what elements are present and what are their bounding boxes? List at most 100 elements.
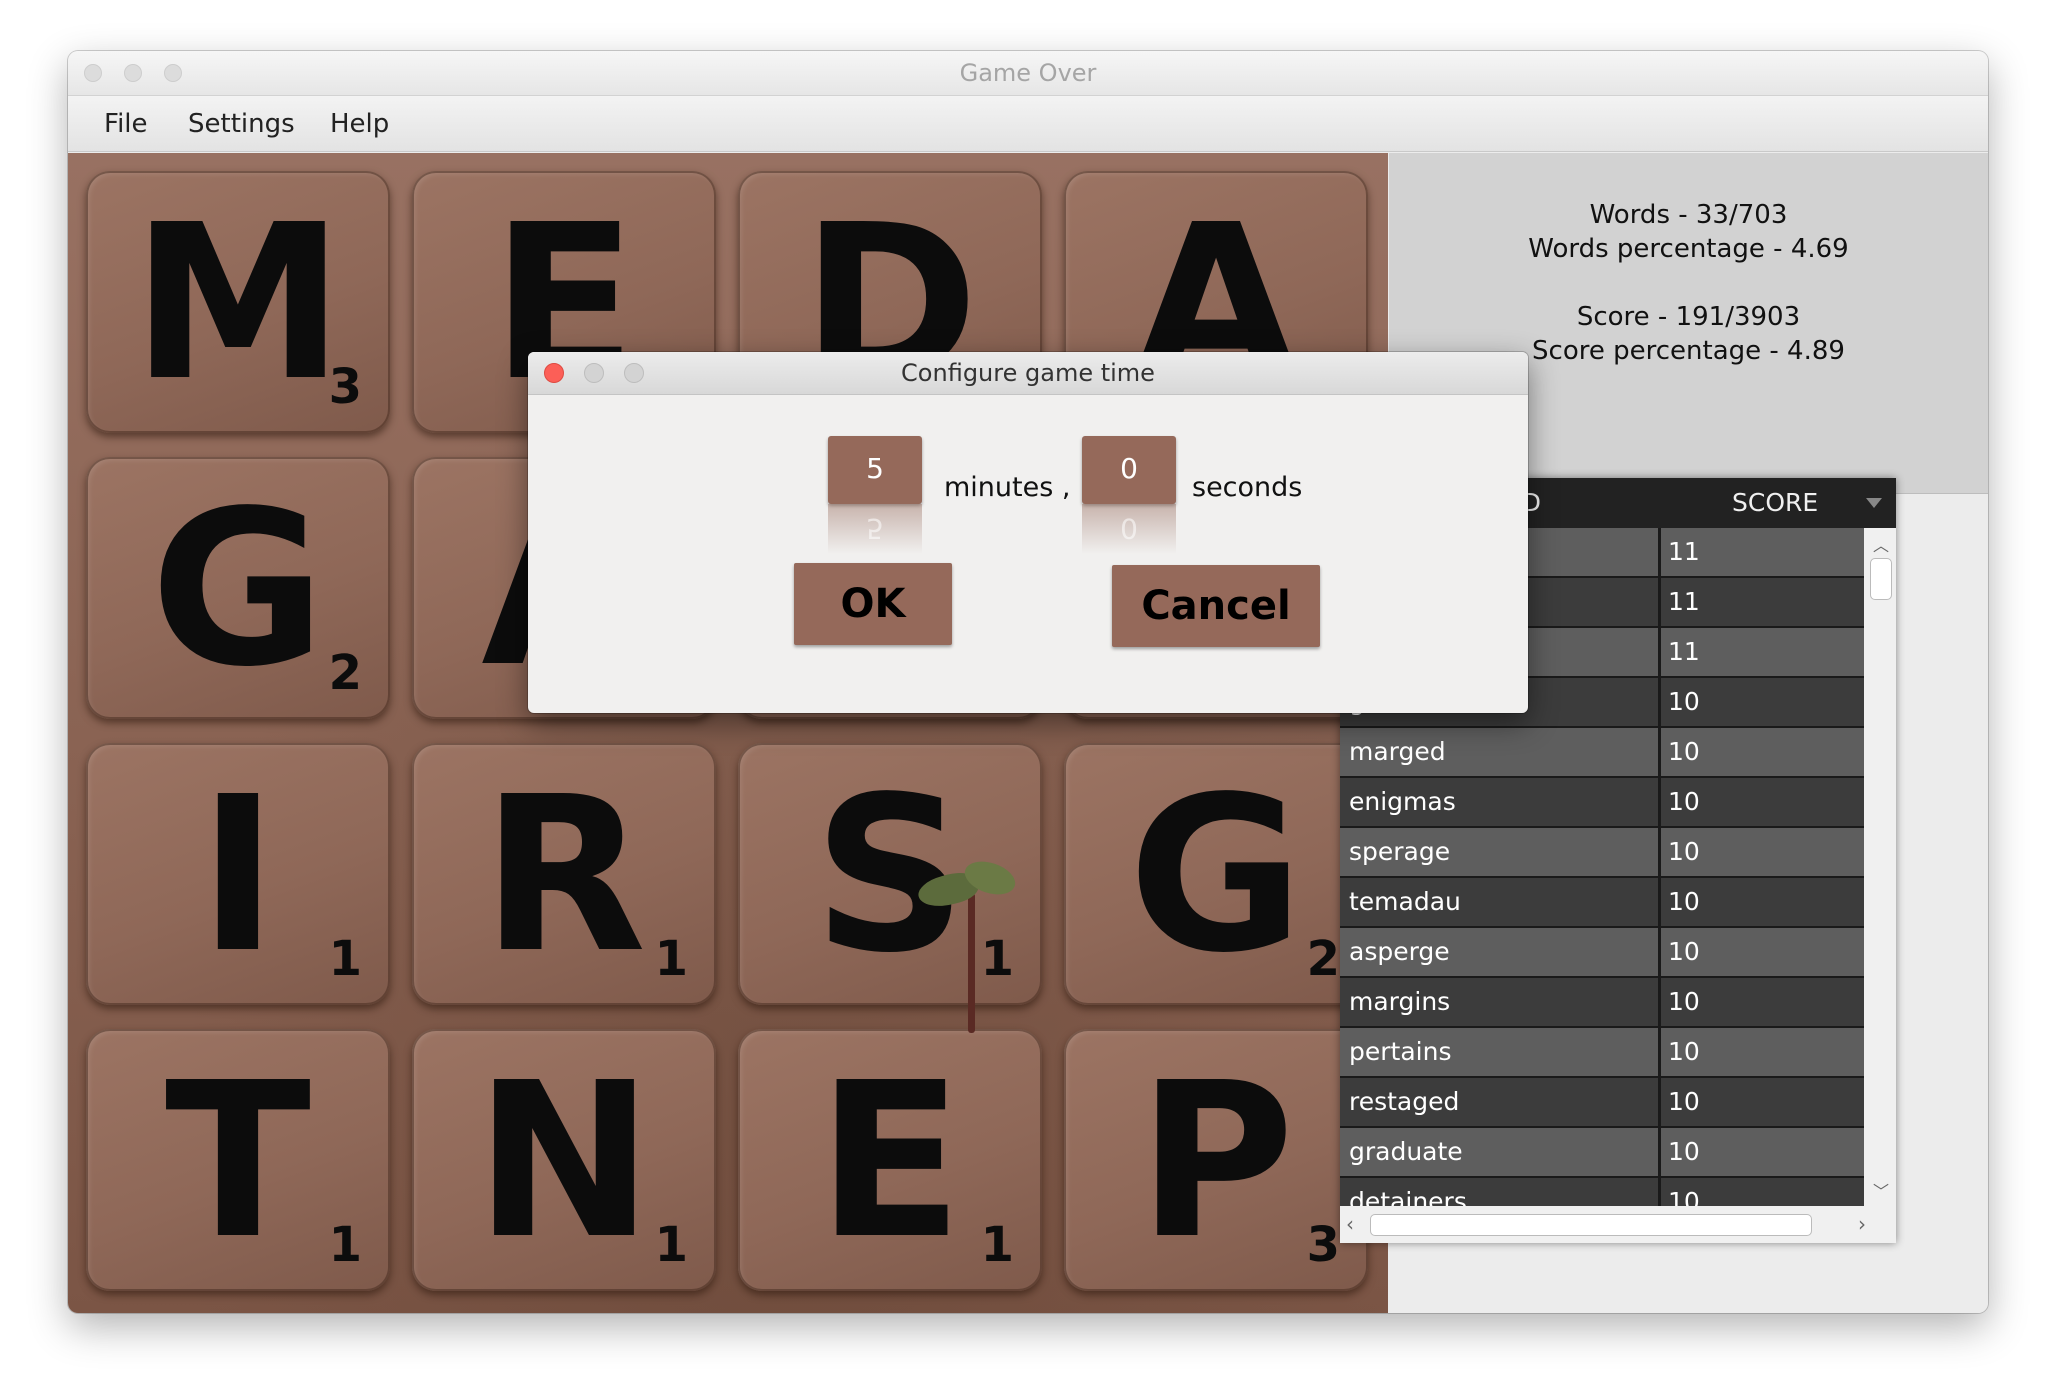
words-count: Words - 33/703	[1589, 200, 1788, 230]
vertical-scrollbar[interactable]: ︿ ﹀	[1864, 528, 1896, 1206]
minutes-value: 5	[866, 452, 884, 485]
word-cell: asperge	[1349, 937, 1450, 966]
ok-button[interactable]: OK	[794, 563, 952, 645]
tile[interactable]: M3	[86, 171, 390, 433]
tile[interactable]: R1	[412, 743, 716, 1005]
dialog-title: Configure game time	[901, 359, 1155, 387]
seconds-value: 0	[1120, 452, 1138, 485]
tile-points: 1	[328, 1217, 362, 1273]
tile-points: 2	[1306, 931, 1340, 987]
scroll-down-icon[interactable]: ﹀	[1873, 1178, 1889, 1202]
title-bar: Game Over	[68, 51, 1988, 96]
scroll-right-icon[interactable]: ›	[1858, 1212, 1866, 1236]
word-cell: detainers	[1349, 1187, 1467, 1206]
minutes-reflection-value: 5	[866, 512, 884, 545]
score-cell: 10	[1668, 687, 1700, 716]
minutes-reflection: 5	[828, 504, 922, 554]
column-separator	[1658, 828, 1661, 878]
seconds-label: seconds	[1192, 472, 1303, 503]
table-row[interactable]: pertains 10	[1340, 1028, 1864, 1078]
table-row[interactable]: detainers 10	[1340, 1178, 1864, 1206]
column-separator	[1658, 1028, 1661, 1078]
word-cell: sperage	[1349, 837, 1451, 866]
column-separator	[1658, 678, 1661, 728]
table-row[interactable]: graduate 10	[1340, 1128, 1864, 1178]
column-separator	[1658, 978, 1661, 1028]
tile-points: 1	[328, 931, 362, 987]
tile[interactable]: T1	[86, 1029, 390, 1291]
score-cell: 10	[1668, 787, 1700, 816]
tile-points: 1	[654, 1217, 688, 1273]
dialog-title-bar: Configure game time	[528, 352, 1528, 395]
score-cell: 10	[1668, 1087, 1700, 1116]
tile-points: 1	[980, 1217, 1014, 1273]
table-row[interactable]: enigmas 10	[1340, 778, 1864, 828]
configure-time-dialog: Configure game time 5 5 minutes , 0 0 se…	[528, 352, 1528, 713]
scroll-up-icon[interactable]: ︿	[1873, 532, 1889, 556]
seconds-reflection: 0	[1082, 504, 1176, 554]
word-cell: marged	[1349, 737, 1446, 766]
tile[interactable]: N1	[412, 1029, 716, 1291]
column-separator	[1658, 878, 1661, 928]
cancel-button[interactable]: Cancel	[1112, 565, 1320, 647]
column-separator	[1658, 528, 1661, 578]
column-separator	[1658, 778, 1661, 828]
word-cell: graduate	[1349, 1137, 1463, 1166]
column-separator	[1658, 728, 1661, 778]
column-separator	[1658, 1128, 1661, 1178]
seconds-spinner[interactable]: 0	[1082, 436, 1176, 504]
tile-points: 1	[980, 931, 1014, 987]
menu-file[interactable]: File	[104, 109, 148, 139]
column-separator	[1658, 1078, 1661, 1128]
word-cell: enigmas	[1349, 787, 1456, 816]
tile-points: 2	[328, 645, 362, 701]
score-cell: 11	[1668, 637, 1700, 666]
horizontal-scrollbar[interactable]: ‹ ›	[1340, 1206, 1896, 1243]
table-row[interactable]: marged 10	[1340, 728, 1864, 778]
table-row[interactable]: restaged 10	[1340, 1078, 1864, 1128]
tile-points: 3	[1306, 1217, 1340, 1273]
score-cell: 10	[1668, 737, 1700, 766]
tile[interactable]: P3	[1064, 1029, 1368, 1291]
scroll-left-icon[interactable]: ‹	[1346, 1212, 1354, 1236]
column-separator	[1658, 628, 1661, 678]
score-cell: 10	[1668, 1037, 1700, 1066]
vertical-scroll-thumb[interactable]	[1870, 558, 1892, 600]
tile[interactable]: E1	[738, 1029, 1042, 1291]
minutes-label: minutes ,	[944, 472, 1071, 503]
word-cell: restaged	[1349, 1087, 1460, 1116]
tile[interactable]: G2	[86, 457, 390, 719]
words-percentage: Words percentage - 4.69	[1528, 234, 1849, 264]
score-cell: 11	[1668, 537, 1700, 566]
horizontal-scroll-thumb[interactable]	[1370, 1214, 1812, 1236]
score-cell: 10	[1668, 937, 1700, 966]
score-cell: 10	[1668, 887, 1700, 916]
word-cell: pertains	[1349, 1037, 1452, 1066]
menu-settings[interactable]: Settings	[188, 109, 295, 139]
tile-points: 3	[328, 359, 362, 415]
word-cell: temadau	[1349, 887, 1461, 916]
letter-board: M3 E D A G2 A I1 R1 S1 G2 T1 N1 E1 P3	[68, 153, 1388, 1313]
tile[interactable]: G2	[1064, 743, 1368, 1005]
score-cell: 10	[1668, 1137, 1700, 1166]
menu-help[interactable]: Help	[330, 109, 389, 139]
menu-bar: File Settings Help	[68, 96, 1988, 152]
score-cell: 10	[1668, 837, 1700, 866]
word-cell: margins	[1349, 987, 1451, 1016]
minutes-spinner[interactable]: 5	[828, 436, 922, 504]
score-cell: 11	[1668, 587, 1700, 616]
window-title: Game Over	[959, 59, 1097, 87]
table-row[interactable]: margins 10	[1340, 978, 1864, 1028]
column-header-score[interactable]: SCORE	[1732, 488, 1818, 517]
tile[interactable]: I1	[86, 743, 390, 1005]
table-row[interactable]: asperge 10	[1340, 928, 1864, 978]
sort-descending-icon	[1866, 498, 1882, 508]
column-separator	[1658, 928, 1661, 978]
column-separator	[1658, 578, 1661, 628]
sprout-stem-graphic	[968, 893, 975, 1033]
table-row[interactable]: temadau 10	[1340, 878, 1864, 928]
column-separator	[1658, 1178, 1661, 1206]
table-row[interactable]: sperage 10	[1340, 828, 1864, 878]
tile-points: 1	[654, 931, 688, 987]
score-cell: 10	[1668, 987, 1700, 1016]
